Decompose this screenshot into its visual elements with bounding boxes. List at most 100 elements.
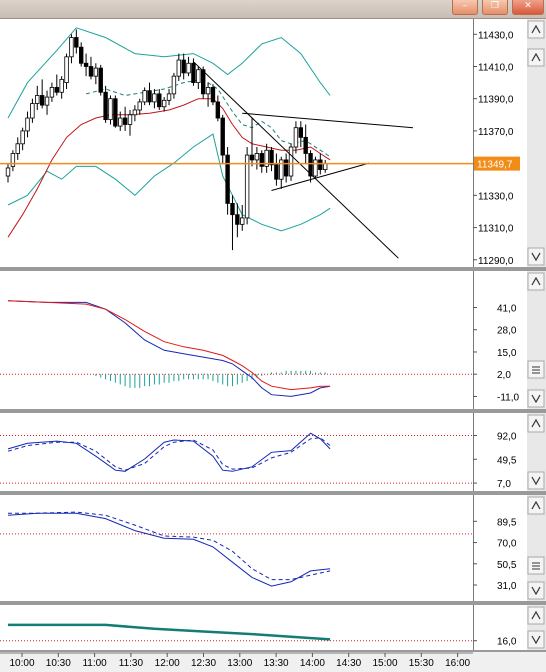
time-tick-label: 10:30 (46, 658, 71, 669)
candle-body (293, 127, 299, 148)
price-scroll-up-button-2[interactable] (527, 48, 545, 67)
candle-body (88, 66, 94, 77)
oscillator-3-scroll-down-frame[interactable] (527, 630, 545, 649)
candle-body (161, 99, 167, 108)
candle-body (303, 136, 308, 154)
candle-body (98, 67, 103, 93)
candle-body (15, 143, 20, 154)
candle-body (137, 101, 142, 111)
time-tick-label: 11:30 (119, 658, 144, 669)
candle-body (20, 130, 25, 145)
oscillator-1-scroll-up-button[interactable] (527, 414, 545, 433)
macd-scroll-down-frame[interactable] (527, 389, 545, 408)
oscillator-3-tick-label: 16,0 (497, 637, 517, 648)
oscillator-2-tick-label: 70,0 (497, 539, 517, 550)
oscillator-1-scroll-up-frame[interactable] (527, 414, 545, 433)
candle-body (64, 56, 69, 83)
macd-scrollbar[interactable] (527, 271, 546, 409)
candle-body (220, 117, 225, 156)
oscillator-2-pane-separator[interactable] (0, 601, 546, 605)
oscillator-3-scroll-up-button[interactable] (527, 606, 545, 625)
candle-body (5, 167, 11, 177)
candle-body (254, 153, 260, 161)
candle-body (288, 146, 294, 177)
candle-body (69, 37, 74, 58)
candle-body (30, 103, 35, 119)
oscillator-2-scroll-down-button[interactable] (527, 581, 545, 600)
candle-body (93, 67, 99, 77)
time-tick-label: 12:30 (191, 658, 216, 669)
price-scroll-down-frame[interactable] (527, 247, 545, 266)
candle (288, 143, 294, 181)
candle-body (157, 93, 162, 108)
price-scroll-up-frame-2[interactable] (527, 48, 545, 67)
oscillator-1-tick-label: 92,0 (497, 431, 517, 442)
oscillator-1-tick-label: 7,0 (497, 479, 511, 490)
candle-body (10, 153, 16, 167)
candle-body (35, 95, 40, 104)
oscillator-1-tick-label: 49,5 (497, 455, 517, 466)
candle-body (166, 93, 172, 101)
price-tick-label: 11410,0 (478, 62, 514, 73)
time-tick-label: 15:00 (372, 658, 397, 669)
price-scroll-up-frame[interactable] (527, 20, 545, 39)
candle-body (152, 93, 157, 103)
price-tick-label: 11370,0 (478, 127, 514, 138)
candle-body (147, 90, 152, 103)
price-scroll-up-button[interactable] (527, 20, 545, 39)
candle-body (318, 159, 323, 170)
candle-body (74, 37, 79, 48)
oscillator-2-pane-bg (0, 495, 473, 601)
candle-body (191, 62, 196, 83)
macd-tick-label: -11,0 (497, 392, 519, 403)
macd-scroll-down-button[interactable] (527, 389, 545, 408)
candle-body (49, 87, 55, 98)
macd-tick-label: 28,0 (497, 326, 517, 337)
candle-body (298, 127, 303, 138)
time-tick-label: 10:00 (9, 658, 34, 669)
oscillator-3-scroll-up-frame[interactable] (527, 606, 545, 625)
candle (244, 147, 250, 225)
oscillator-2-scroll-up-button[interactable] (527, 496, 545, 515)
oscillator-2-scroll-down-frame[interactable] (527, 581, 545, 600)
time-tick-label: 14:00 (300, 658, 325, 669)
candle-body (39, 95, 45, 106)
macd-tick-label: 41,0 (497, 304, 517, 315)
oscillator-3-pane-bg (0, 605, 473, 650)
price-tick-label: 11310,0 (478, 224, 514, 235)
macd-scroll-up-button[interactable] (527, 272, 545, 291)
candle (313, 156, 318, 180)
candle-body (225, 154, 230, 204)
candle-body (186, 62, 191, 74)
candle (113, 95, 118, 128)
macd-scroll-up-frame[interactable] (527, 272, 545, 291)
oscillator-2-tick-label: 89,5 (497, 517, 517, 528)
candle-body (176, 59, 181, 77)
candle-body (127, 114, 133, 125)
macd-scroll-mid-button[interactable] (527, 360, 545, 379)
time-tick-label: 11:00 (82, 658, 107, 669)
candle-body (249, 154, 255, 161)
time-tick-label: 13:00 (227, 658, 252, 669)
candle-body (269, 149, 274, 166)
price-tick-label: 11290,0 (478, 256, 514, 267)
candle-body (210, 87, 216, 103)
oscillator-3-scroll-down-button[interactable] (527, 630, 545, 649)
price-tick-label: 11330,0 (478, 191, 514, 202)
price-tick-label: 11430,0 (478, 30, 514, 41)
candle-body (83, 62, 89, 67)
time-tick-label: 15:30 (409, 658, 434, 669)
oscillator-2-scroll-mid-button[interactable] (527, 556, 545, 575)
oscillator-2-scroll-up-frame[interactable] (527, 496, 545, 515)
oscillator-2-tick-label: 50,5 (497, 560, 517, 571)
price-scroll-down-button[interactable] (527, 247, 545, 266)
oscillator-1-scroll-down-frame[interactable] (527, 471, 545, 490)
oscillator-1-scroll-down-button[interactable] (527, 471, 545, 490)
oscillator-1-pane-separator[interactable] (0, 491, 546, 495)
macd-pane-separator[interactable] (0, 409, 546, 413)
candle-body (171, 75, 177, 95)
candle-body (59, 78, 64, 93)
price-pane-separator[interactable] (0, 267, 546, 271)
candle-body (142, 90, 147, 103)
chart-window: – ❐ ✕ 11430,0 11410,0 11390,0 11370,0 11349,… (0, 0, 546, 672)
